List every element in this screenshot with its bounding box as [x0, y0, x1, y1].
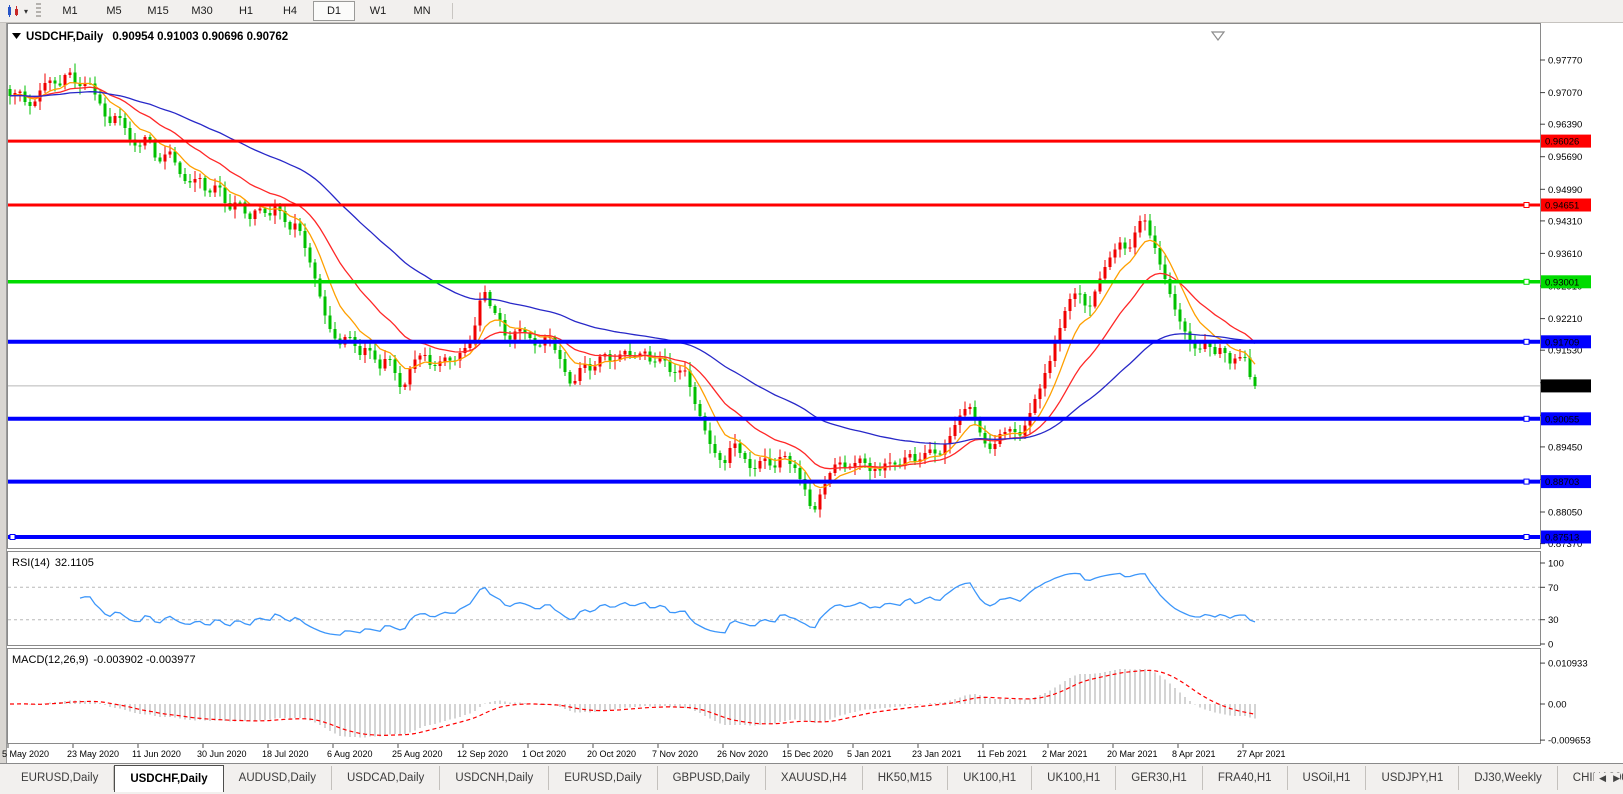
time-axis-label: 26 Nov 2020 [717, 749, 768, 759]
price-axis-label: 0.92210 [1548, 314, 1582, 325]
chart-canvas: 0.97770 0.97070 0.96390 0.95690 0.94990 0.943… [0, 22, 1623, 763]
price-axis-label: 0.96390 [1548, 120, 1582, 131]
macd-label: MACD(12,26,9) -0.003902 -0.003977 [12, 654, 196, 666]
time-axis-label: 30 Jun 2020 [197, 749, 247, 759]
price-axis-label: 0.93610 [1548, 249, 1582, 260]
macd-axis-label: 0.010933 [1548, 659, 1588, 670]
timeframe-button-m15[interactable]: M15 [137, 1, 179, 21]
tab-gbpusd-daily[interactable]: GBPUSD,Daily [657, 766, 766, 790]
price-axis-label: 0.89450 [1548, 442, 1582, 453]
toolbar-separator [452, 3, 454, 19]
time-axis-label: 11 Feb 2021 [977, 749, 1027, 759]
level-price-label: 0.88703 [1545, 477, 1579, 488]
timeframe-buttons: M1 M5 M15 M30 H1 H4 D1 W1 MN [48, 1, 444, 21]
tab-usdjpy-h1[interactable]: USDJPY,H1 [1366, 766, 1460, 790]
tab-xauusd-h4[interactable]: XAUUSD,H4 [765, 766, 863, 790]
tab-usoil-h1[interactable]: USOil,H1 [1287, 766, 1367, 790]
level-price-label: 0.90055 [1545, 414, 1579, 425]
time-axis-label: 23 Jan 2021 [912, 749, 962, 759]
time-axis-label: 7 Nov 2020 [652, 749, 698, 759]
tab-uk100-h1[interactable]: UK100,H1 [948, 766, 1033, 790]
time-axis-label: 1 Oct 2020 [522, 749, 566, 759]
price-axis-label: 0.95690 [1548, 152, 1582, 163]
rsi-axis-label: 100 [1548, 559, 1564, 570]
tab-audusd-daily[interactable]: AUDUSD,Daily [223, 766, 332, 790]
time-axis-label: 8 Apr 2021 [1172, 749, 1216, 759]
level-price-label: 0.87513 [1545, 533, 1579, 544]
timeframe-button-mn[interactable]: MN [401, 1, 443, 21]
price-axis-label: 0.88050 [1548, 508, 1582, 519]
time-axis-label: 15 Dec 2020 [782, 749, 833, 759]
current-price-label: 0.90762 [1545, 381, 1579, 392]
price-axis-label: 0.94990 [1548, 185, 1582, 196]
tab-hk50-m15[interactable]: HK50,M15 [862, 766, 949, 790]
price-axis-label: 0.97070 [1548, 88, 1582, 99]
line-handle[interactable] [1523, 202, 1530, 208]
line-handle[interactable] [9, 534, 16, 540]
chevron-down-icon: ▾ [24, 6, 29, 16]
tab-eurusd-daily[interactable]: EURUSD,Daily [549, 766, 658, 790]
toolbar-grip[interactable] [36, 3, 42, 19]
line-handle[interactable] [1523, 534, 1530, 540]
macd-axis-label: -0.009653 [1548, 736, 1591, 747]
level-price-label: 0.93001 [1545, 277, 1579, 288]
rsi-axis-label: 0 [1548, 640, 1553, 651]
time-axis-label: 5 Jan 2021 [847, 749, 892, 759]
rsi-axis-label: 70 [1548, 583, 1559, 594]
timeframe-button-h4[interactable]: H4 [269, 1, 311, 21]
time-axis-label: 2 Mar 2021 [1042, 749, 1088, 759]
tab-fra40-h1[interactable]: FRA40,H1 [1202, 766, 1288, 790]
time-axis-label: 25 Aug 2020 [392, 749, 443, 759]
tab-usdcad-daily[interactable]: USDCAD,Daily [331, 766, 441, 790]
time-axis-label: 18 Jul 2020 [262, 749, 309, 759]
time-axis-label: 20 Oct 2020 [587, 749, 636, 759]
chart-tab-bar: EURUSD,Daily USDCHF,Daily AUDUSD,Daily USDC… [0, 763, 1623, 794]
tab-scroll-right-button[interactable]: ▶ [1613, 773, 1620, 784]
time-axis-label: 11 Jun 2020 [132, 749, 181, 759]
chart-tabs: EURUSD,Daily USDCHF,Daily AUDUSD,Daily USDC… [6, 764, 1623, 792]
chart-type-icon[interactable]: ▾ [3, 3, 31, 19]
time-axis-label: 5 May 2020 [2, 749, 49, 759]
tab-scroll-left-button[interactable]: ◀ [1599, 773, 1606, 784]
tab-uk100-h1[interactable]: UK100,H1 [1032, 766, 1117, 790]
timeframe-button-d1[interactable]: D1 [313, 1, 356, 21]
mini-candles-icon [8, 5, 18, 17]
line-handle[interactable] [1523, 278, 1530, 285]
line-handle[interactable] [1523, 415, 1530, 422]
tab-scroll-arrows: ◀ ▶ [1594, 773, 1620, 784]
level-price-label: 0.94651 [1545, 201, 1579, 212]
level-price-label: 0.91709 [1545, 337, 1579, 348]
tab-usdcnh-daily[interactable]: USDCNH,Daily [440, 766, 550, 790]
macd-axis-label: 0.00 [1548, 700, 1567, 711]
rsi-axis-label: 30 [1548, 615, 1559, 626]
timeframe-button-w1[interactable]: W1 [357, 1, 399, 21]
timeframe-button-m30[interactable]: M30 [181, 1, 223, 21]
timeframe-button-h1[interactable]: H1 [225, 1, 267, 21]
tab-usdchf-daily[interactable]: USDCHF,Daily [114, 765, 224, 792]
tab-eurusd-daily[interactable]: EURUSD,Daily [6, 766, 115, 790]
time-axis-label: 27 Apr 2021 [1237, 749, 1286, 759]
chart-title: USDCHF,Daily 0.90954 0.91003 0.90696 0.90… [26, 31, 288, 43]
line-handle[interactable] [1523, 478, 1530, 485]
level-price-label: 0.96026 [1545, 137, 1579, 148]
line-handle[interactable] [1523, 338, 1530, 345]
time-axis-label: 6 Aug 2020 [327, 749, 373, 759]
time-axis-label: 23 May 2020 [67, 749, 119, 759]
tab-dj30-weekly[interactable]: DJ30,Weekly [1459, 766, 1558, 790]
timeframe-button-m1[interactable]: M1 [49, 1, 91, 21]
timeframe-button-m5[interactable]: M5 [93, 1, 135, 21]
time-axis-label: 12 Sep 2020 [457, 749, 508, 759]
tab-ger30-h1[interactable]: GER30,H1 [1116, 766, 1203, 790]
timeframes-toolbar: ▾ M1 M5 M15 M30 H1 H4 D1 W1 MN [0, 0, 1623, 23]
time-axis-label: 20 Mar 2021 [1107, 749, 1158, 759]
price-axis-label: 0.94310 [1548, 216, 1582, 227]
price-axis-label: 0.97770 [1548, 56, 1582, 67]
